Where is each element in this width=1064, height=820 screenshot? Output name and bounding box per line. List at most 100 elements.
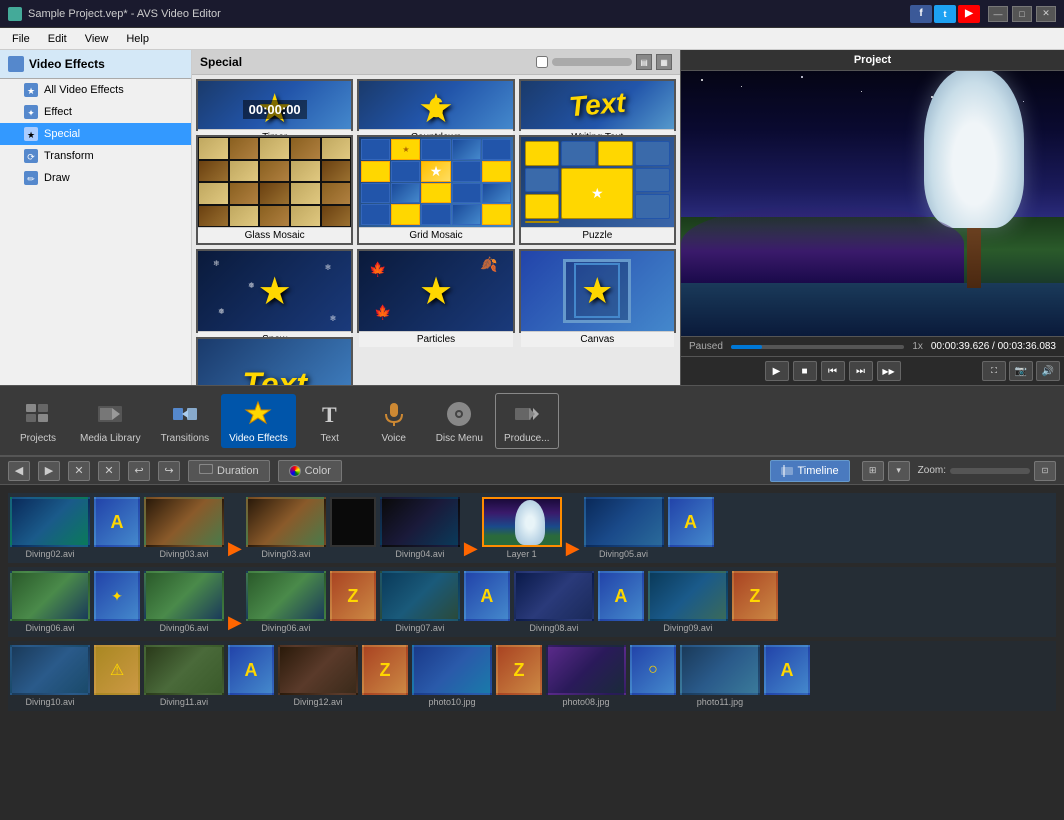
nav-back-button[interactable]: ◀	[8, 461, 30, 481]
snowflake-5: ❅	[248, 281, 255, 290]
tool-produce[interactable]: Produce...	[495, 393, 559, 449]
nav-undo-button[interactable]: ↩	[128, 461, 150, 481]
effect-item-grid-mosaic[interactable]: ★ ★	[357, 135, 514, 245]
sidebar-item-transform[interactable]: ⟳ Transform	[0, 145, 191, 167]
timeline-button[interactable]: Timeline	[770, 460, 849, 482]
tool-video-effects[interactable]: Video Effects	[221, 394, 296, 448]
clip-effect-z4[interactable]: Z	[496, 645, 542, 707]
effect-item-snow[interactable]: ★ ❄ ❄ ❅ ❄ ❅ Snow	[196, 249, 353, 333]
clip-diving12[interactable]: Diving12.avi	[278, 645, 358, 707]
sidebar-item-effect[interactable]: ✦ Effect	[0, 101, 191, 123]
duration-button[interactable]: Duration	[188, 460, 270, 482]
effects-large-view[interactable]: ▦	[656, 54, 672, 70]
video-effects-icon	[242, 398, 274, 430]
clip-effect-z2[interactable]: Z	[732, 571, 778, 633]
zoom-fit-button[interactable]: ⊡	[1034, 461, 1056, 481]
effect-item-puzzle[interactable]: ★ Puzzle	[519, 135, 676, 245]
clip-diving07[interactable]: Diving07.avi	[380, 571, 460, 633]
tool-transitions[interactable]: Transitions	[153, 394, 218, 448]
clip-effect-grid[interactable]: ✦	[94, 571, 140, 633]
tool-projects[interactable]: Projects	[8, 394, 68, 448]
clip-effect-a2[interactable]: A	[668, 497, 714, 559]
tool-voice[interactable]: Voice	[364, 394, 424, 448]
clip-diving06a[interactable]: Diving06.avi	[10, 571, 90, 633]
preview-stop-button[interactable]: ■	[793, 361, 817, 381]
nav-cancel-button[interactable]: ✕	[98, 461, 120, 481]
zoom-slider[interactable]	[950, 468, 1030, 474]
clip-diving02[interactable]: Diving02.avi	[10, 497, 90, 559]
effect-item-particles[interactable]: ★ 🍁 🍂 🍁 Particles	[357, 249, 514, 333]
preview-frame-fwd-button[interactable]: ▶▶	[877, 361, 901, 381]
clip-layer1[interactable]: Layer 1	[482, 497, 562, 559]
clip-photo08[interactable]: photo08.jpg	[546, 645, 626, 707]
clip-effect-warn[interactable]: ⚠	[94, 645, 140, 707]
facebook-btn[interactable]: f	[910, 5, 932, 23]
track-settings-button[interactable]: ⊞	[862, 461, 884, 481]
clip-effect-a1[interactable]: A	[94, 497, 140, 559]
preview-timeline-bar[interactable]	[731, 345, 904, 349]
twitter-btn[interactable]: t	[934, 5, 956, 23]
sidebar-item-draw[interactable]: ✏ Draw	[0, 167, 191, 189]
clip-effect-a3[interactable]: A	[464, 571, 510, 633]
clip-effect-z3[interactable]: Z	[362, 645, 408, 707]
effect-item-timer[interactable]: ★ 00:00:00 Timer	[196, 79, 353, 131]
effect-item-glass-mosaic[interactable]: Glass Mosaic	[196, 135, 353, 245]
clip-diving08[interactable]: Diving08.avi	[514, 571, 594, 633]
minimize-button[interactable]: —	[988, 6, 1008, 22]
clip-diving06b[interactable]: Diving06.avi	[144, 571, 224, 633]
clip-diving03b[interactable]: Diving03.avi	[246, 497, 326, 559]
clip-blank[interactable]	[330, 497, 376, 559]
svg-text:✏: ✏	[27, 174, 35, 184]
tool-text[interactable]: T Text	[300, 394, 360, 448]
effects-small-view[interactable]: ▤	[636, 54, 652, 70]
menu-file[interactable]: File	[4, 31, 38, 47]
menu-help[interactable]: Help	[118, 31, 157, 47]
menu-view[interactable]: View	[77, 31, 117, 47]
clip-label-effect-z2	[754, 623, 757, 633]
clip-effect-a6[interactable]: A	[764, 645, 810, 707]
clip-diving05[interactable]: Diving05.avi	[584, 497, 664, 559]
maximize-button[interactable]: □	[1012, 6, 1032, 22]
preview-play-button[interactable]: ▶	[765, 361, 789, 381]
tool-disc-menu[interactable]: Disc Menu	[428, 394, 491, 448]
clip-effect-a4[interactable]: A	[598, 571, 644, 633]
clip-diving03a[interactable]: Diving03.avi	[144, 497, 224, 559]
sidebar-item-special[interactable]: ★ Special	[0, 123, 191, 145]
preview-snapshot-button[interactable]: 📷	[1009, 361, 1033, 381]
transition-2: ▶	[464, 538, 478, 559]
clip-effect-z1[interactable]: Z	[330, 571, 376, 633]
preview-prev-button[interactable]: ⏮	[821, 361, 845, 381]
color-button[interactable]: Color	[278, 460, 342, 482]
preview-volume-button[interactable]: 🔊	[1036, 361, 1060, 381]
clip-diving11[interactable]: Diving11.avi	[144, 645, 224, 707]
timeline-icon	[781, 465, 793, 477]
youtube-btn[interactable]: ▶	[958, 5, 980, 23]
clip-diving09[interactable]: Diving09.avi	[648, 571, 728, 633]
tool-media-library[interactable]: Media Library	[72, 394, 149, 448]
nav-stop-button[interactable]: ✕	[68, 461, 90, 481]
nav-forward-button[interactable]: ▶	[38, 461, 60, 481]
clip-effect-a5[interactable]: A	[228, 645, 274, 707]
nav-redo-button[interactable]: ↪	[158, 461, 180, 481]
clip-diving06c[interactable]: Diving06.avi	[246, 571, 326, 633]
clip-photo11[interactable]: photo11.jpg	[680, 645, 760, 707]
preview-fullscreen-button[interactable]: ⛶	[982, 361, 1006, 381]
close-button[interactable]: ✕	[1036, 6, 1056, 22]
sidebar-item-all-effects[interactable]: ★ All Video Effects	[0, 79, 191, 101]
preview-next-button[interactable]: ⏭	[849, 361, 873, 381]
voice-label: Voice	[381, 433, 405, 444]
effect-item-countdown[interactable]: ★ 6 Countdown	[357, 79, 514, 131]
effects-size-slider[interactable]	[552, 58, 632, 66]
clip-diving04[interactable]: Diving04.avi	[380, 497, 460, 559]
track-options-button[interactable]: ▾	[888, 461, 910, 481]
effect-item-text[interactable]: Text Text	[196, 337, 353, 385]
effects-checkbox[interactable]	[536, 56, 548, 68]
effect-item-canvas[interactable]: ★ Canvas	[519, 249, 676, 333]
menu-edit[interactable]: Edit	[40, 31, 75, 47]
effect-item-writing-text[interactable]: Text Writing Text	[519, 79, 676, 131]
clip-photo10[interactable]: photo10.jpg	[412, 645, 492, 707]
clip-effect-circ[interactable]: ○	[630, 645, 676, 707]
clip-diving10[interactable]: Diving10.avi	[10, 645, 90, 707]
effect-circ-icon: ○	[648, 661, 658, 679]
mountain-bg	[681, 204, 964, 284]
